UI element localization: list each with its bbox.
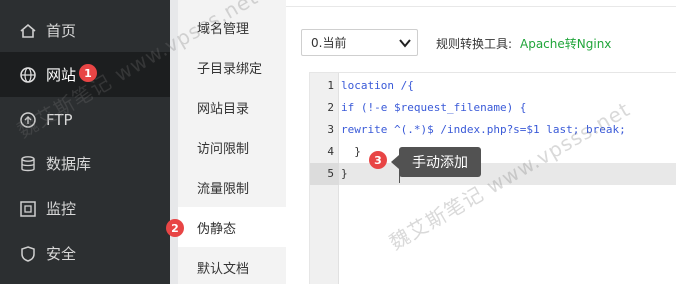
rewrite-code-editor[interactable]: 1 2 3 4 5 location /{ if (!-e $request_f… xyxy=(309,72,676,284)
active-line-highlight xyxy=(310,163,676,185)
line-number: 2 xyxy=(327,101,334,114)
sidebar-item-label: FTP xyxy=(46,110,73,129)
apache-to-nginx-link[interactable]: Apache转Nginx xyxy=(520,35,611,52)
chevron-down-icon xyxy=(399,39,411,48)
manual-add-tooltip: 手动添加 xyxy=(399,147,481,177)
line-number: 5 xyxy=(327,167,334,180)
submenu-item-domain[interactable]: 域名管理 xyxy=(178,7,286,47)
submenu-item-traffic-limit[interactable]: 流量限制 xyxy=(178,167,286,207)
submenu-item-access-limit[interactable]: 访问限制 xyxy=(178,127,286,167)
code-line: } xyxy=(341,167,348,180)
main-sidebar: 首页 网站 FTP 数据库 监控 安全 xyxy=(0,0,170,284)
code-line: } xyxy=(341,145,361,158)
step-badge-1: 1 xyxy=(79,64,97,82)
sidebar-item-ftp[interactable]: FTP xyxy=(0,97,170,142)
sidebar-item-monitor[interactable]: 监控 xyxy=(0,186,170,231)
ftp-icon xyxy=(20,111,36,128)
sidebar-item-label: 首页 xyxy=(46,22,77,40)
rule-converter-label: 规则转换工具: xyxy=(436,37,513,51)
step-badge-3: 3 xyxy=(369,151,387,169)
panel-divider xyxy=(170,0,178,284)
shield-icon xyxy=(21,245,35,262)
line-number: 4 xyxy=(327,145,334,158)
top-divider xyxy=(286,6,676,7)
site-settings-menu: 域名管理 子目录绑定 网站目录 访问限制 流量限制 伪静态 默认文档 xyxy=(178,0,286,284)
rewrite-panel: 0.当前 规则转换工具: Apache转Nginx 1 2 3 4 5 loca… xyxy=(286,0,676,284)
submenu-item-rewrite[interactable]: 伪静态 xyxy=(178,207,286,247)
step-badge-2: 2 xyxy=(166,219,184,237)
code-line: location /{ xyxy=(341,79,414,92)
line-number: 3 xyxy=(327,123,334,136)
line-number: 1 xyxy=(327,79,334,92)
sidebar-item-label: 监控 xyxy=(46,200,77,218)
sidebar-item-label: 安全 xyxy=(46,245,77,263)
sidebar-item-label: 数据库 xyxy=(46,155,92,173)
home-icon xyxy=(20,23,36,38)
submenu-item-site-dir[interactable]: 网站目录 xyxy=(178,87,286,127)
sidebar-item-security[interactable]: 安全 xyxy=(0,231,170,276)
sidebar-item-home[interactable]: 首页 xyxy=(0,8,170,53)
rewrite-template-select[interactable]: 0.当前 xyxy=(301,29,418,56)
database-icon xyxy=(21,155,35,171)
sidebar-item-label: 网站 xyxy=(46,66,77,84)
submenu-item-subdir-binding[interactable]: 子目录绑定 xyxy=(178,47,286,87)
globe-icon xyxy=(20,66,36,83)
sidebar-item-database[interactable]: 数据库 xyxy=(0,141,170,186)
monitor-icon xyxy=(20,200,36,217)
select-value: 0.当前 xyxy=(311,36,347,50)
submenu-item-default-doc[interactable]: 默认文档 xyxy=(178,247,286,284)
tooltip-arrow xyxy=(391,155,399,169)
code-line: if (!-e $request_filename) { xyxy=(341,101,527,114)
code-line: rewrite ^(.*)$ /index.php?s=$1 last; bre… xyxy=(341,123,626,136)
